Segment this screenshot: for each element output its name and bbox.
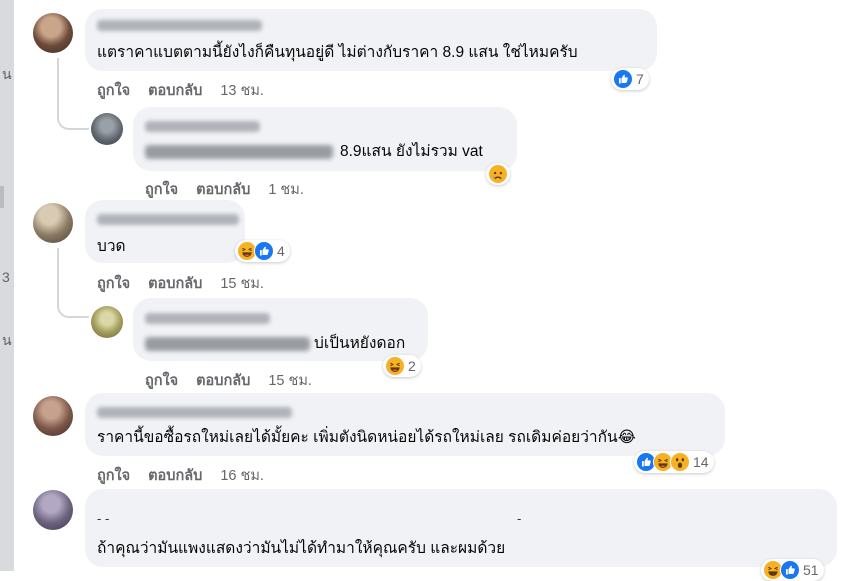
comment-text: บวด	[97, 238, 126, 255]
comment-text: แตราคาแบตตามนี้ยังไงก็คืนทุนอยู่ดี ไม่ต่…	[97, 44, 578, 61]
comment-actions: ถูกใจ ตอบกลับ 16 ชม.	[97, 464, 282, 487]
avatar[interactable]	[91, 113, 123, 145]
timestamp[interactable]: 15 ชม.	[268, 373, 312, 389]
wow-reaction-icon	[670, 452, 690, 472]
cropped-text: น	[2, 66, 12, 82]
comment-actions: ถูกใจ ตอบกลับ 15 ชม.	[97, 272, 282, 295]
mentioned-user-tag[interactable]	[145, 145, 333, 159]
comment-bubble: 8.9แสน ยังไม่รวม vat	[133, 107, 517, 171]
reply-button[interactable]: ตอบกลับ	[196, 373, 250, 389]
commenter-name[interactable]	[97, 407, 292, 418]
comment-bubble: ราคานี้ขอซื้อรถใหม่เลยได้มั้ยคะ เพิ่มตัง…	[85, 393, 725, 456]
comment-text: 8.9แสน ยังไม่รวม vat	[340, 143, 483, 160]
reply-button[interactable]: ตอบกลับ	[196, 182, 250, 198]
commenter-name[interactable]	[145, 313, 270, 324]
reaction-count: 7	[636, 71, 644, 87]
reply-button[interactable]: ตอบกลับ	[148, 83, 202, 99]
cropped-text: 3	[2, 269, 10, 285]
comment-actions: ถูกใจ ตอบกลับ 13 ชม.	[97, 79, 282, 102]
reaction-summary[interactable]: 51	[761, 559, 824, 581]
reply-button[interactable]: ตอบกลับ	[148, 276, 202, 292]
comment-bubble: แตราคาแบตตามนี้ยังไงก็คืนทุนอยู่ดี ไม่ต่…	[85, 9, 657, 71]
like-button[interactable]: ถูกใจ	[145, 373, 178, 389]
mentioned-user-tag[interactable]	[145, 337, 310, 351]
thread-connector	[57, 248, 89, 318]
like-button[interactable]: ถูกใจ	[145, 182, 178, 198]
avatar[interactable]	[33, 13, 73, 53]
like-reaction-icon	[780, 560, 800, 580]
comment-actions: ถูกใจ ตอบกลับ 1 ชม.	[145, 178, 322, 201]
like-button[interactable]: ถูกใจ	[97, 83, 130, 99]
comment-text-fragment: -	[517, 511, 522, 526]
comment-actions: ถูกใจ ตอบกลับ 15 ชม.	[145, 369, 330, 392]
timestamp[interactable]: 16 ชม.	[220, 468, 264, 484]
reaction-count: 51	[803, 562, 819, 578]
timestamp[interactable]: 1 ชม.	[268, 182, 304, 198]
reaction-summary[interactable]: 2	[383, 355, 421, 377]
reaction-summary[interactable]: 4	[235, 240, 290, 262]
avatar[interactable]	[33, 203, 73, 243]
cropped-divider	[0, 186, 4, 208]
reaction-summary[interactable]	[486, 163, 510, 185]
comment-text: บ่เป็นหยังดอก	[314, 335, 406, 352]
comment-text: ราคานี้ขอซื้อรถใหม่เลยได้มั้ยคะ เพิ่มตัง…	[97, 429, 636, 446]
like-reaction-icon	[613, 69, 633, 89]
commenter-name[interactable]	[97, 20, 262, 31]
comment-bubble: บ่เป็นหยังดอก	[133, 298, 428, 361]
cropped-text: น	[2, 332, 12, 348]
like-button[interactable]: ถูกใจ	[97, 468, 130, 484]
reaction-count: 2	[408, 358, 416, 374]
comment-text: ถ้าคุณว่ามันแพงแสดงว่ามันไม่ได้ทำมาให้คุ…	[97, 540, 506, 557]
reaction-count: 14	[693, 454, 709, 470]
sad-reaction-icon	[488, 164, 508, 184]
avatar[interactable]	[33, 396, 73, 436]
commenter-name[interactable]	[97, 214, 239, 225]
comment-bubble: บวด	[85, 200, 245, 263]
avatar[interactable]	[33, 490, 73, 530]
thread-connector	[57, 58, 89, 130]
left-panel-edge: น 3 น	[0, 0, 14, 571]
reaction-summary[interactable]: 14	[634, 451, 714, 473]
comment-text-fragment: - -	[97, 511, 110, 526]
avatar[interactable]	[91, 306, 123, 338]
reaction-count: 4	[277, 243, 285, 259]
haha-reaction-icon	[385, 356, 405, 376]
timestamp[interactable]: 15 ชม.	[220, 276, 264, 292]
reply-button[interactable]: ตอบกลับ	[148, 468, 202, 484]
like-reaction-icon	[254, 241, 274, 261]
commenter-name[interactable]	[145, 121, 260, 132]
like-button[interactable]: ถูกใจ	[97, 276, 130, 292]
reaction-summary[interactable]: 7	[611, 68, 649, 90]
timestamp[interactable]: 13 ชม.	[220, 83, 264, 99]
comment-bubble: - - - ถ้าคุณว่ามันแพงแสดงว่ามันไม่ได้ทำม…	[85, 489, 837, 567]
